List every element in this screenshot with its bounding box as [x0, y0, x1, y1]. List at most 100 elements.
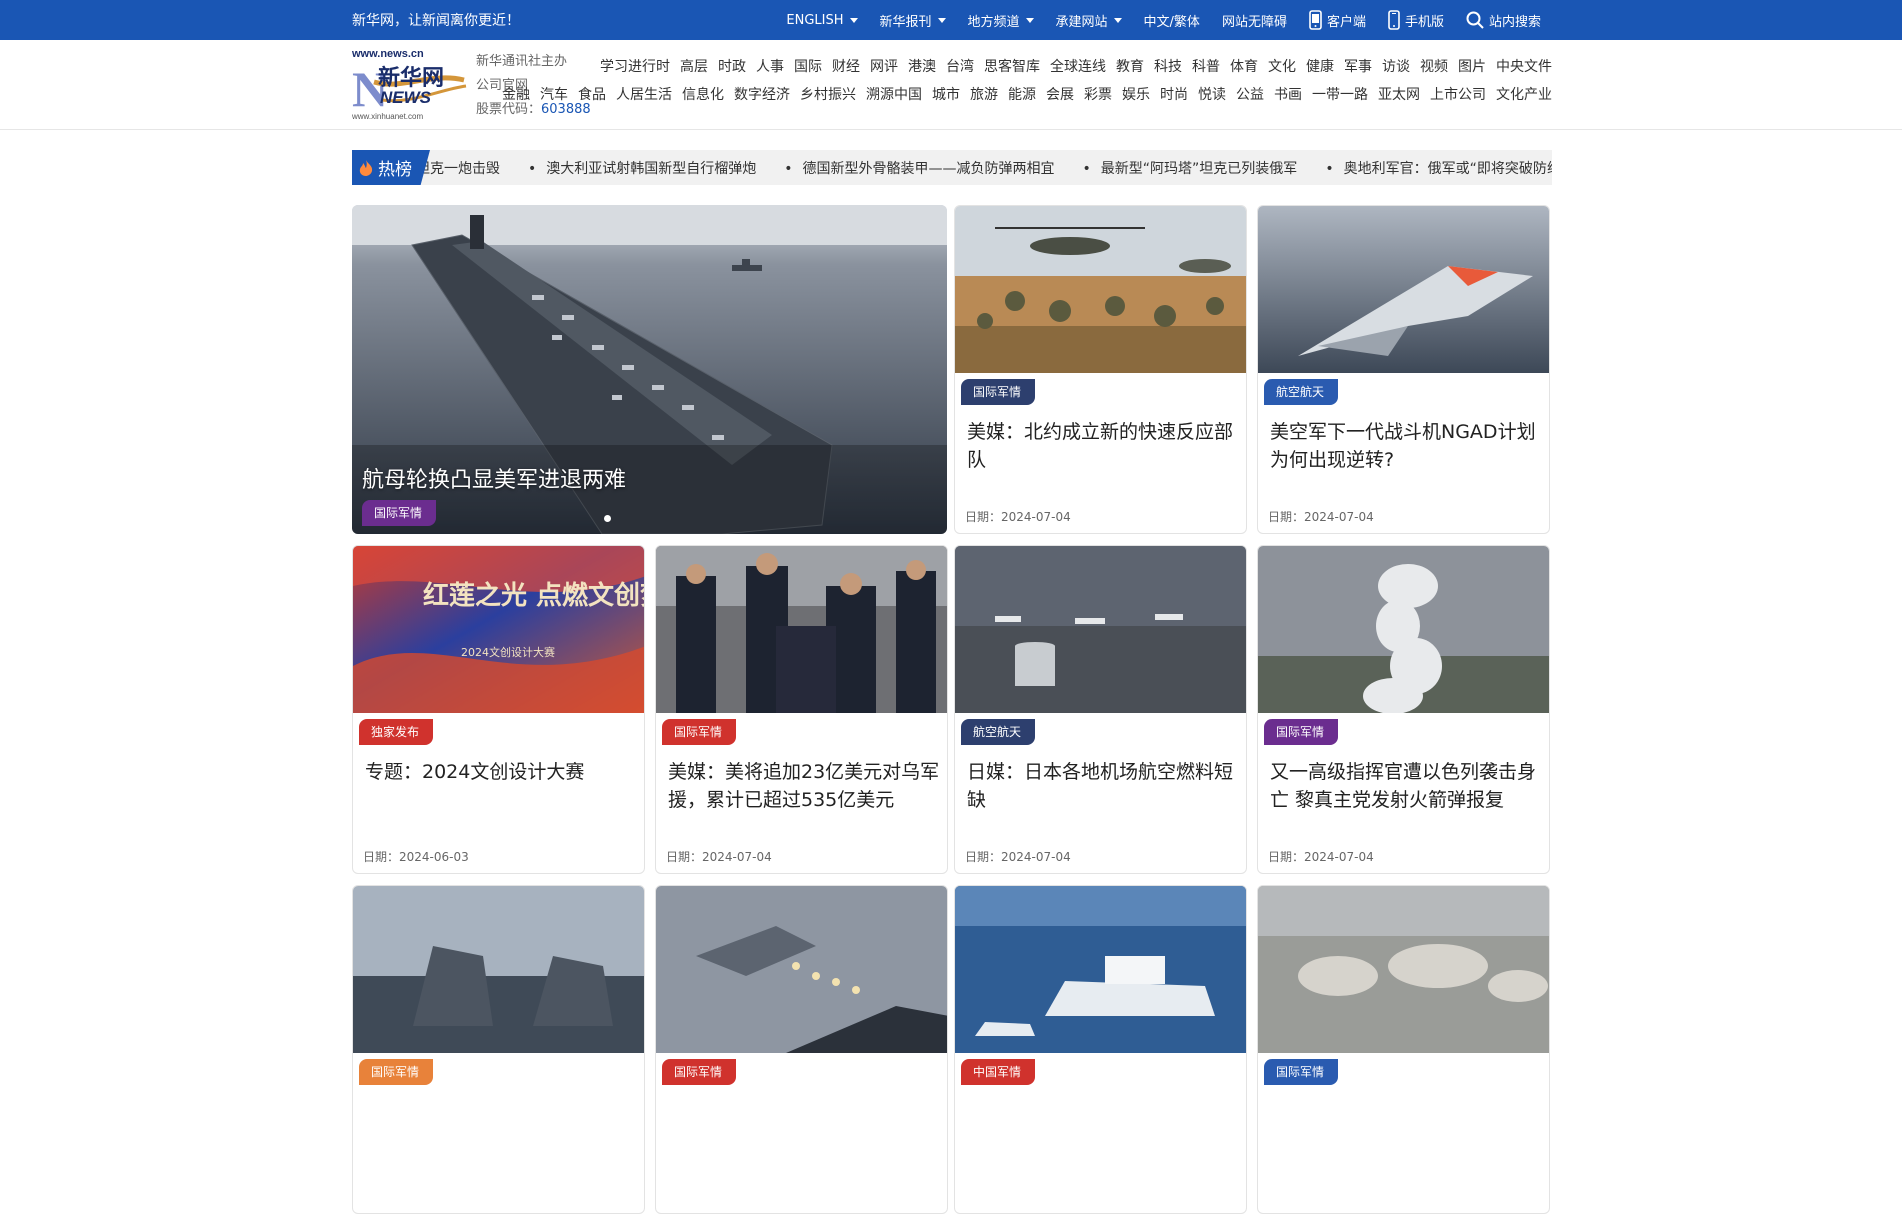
xinhua-logo[interactable]: www.news.cn N 新华网 NEWS www.xinhuanet.com — [352, 48, 470, 124]
main-nav-item[interactable]: 食品 — [578, 84, 606, 104]
news-card[interactable]: 红莲之光 点燃文创梦想 2024文创设计大赛 独家发布 专题：2024文创设计大… — [352, 545, 645, 874]
card-category-tag[interactable]: 国际军情 — [662, 719, 737, 745]
main-nav-item[interactable]: 上市公司 — [1430, 84, 1486, 104]
nav-traditional-chinese[interactable]: 中文/繁体 — [1133, 0, 1211, 40]
main-nav-item[interactable]: 书画 — [1274, 84, 1302, 104]
main-nav-item[interactable]: 时尚 — [1160, 84, 1188, 104]
news-card[interactable]: 国际军情 — [1257, 885, 1550, 1214]
main-nav-item[interactable]: 时政 — [718, 56, 746, 76]
main-nav-item[interactable]: 访谈 — [1382, 56, 1410, 76]
main-nav-item[interactable]: 财经 — [832, 56, 860, 76]
card-title[interactable]: 美媒：北约成立新的快速反应部队 — [967, 418, 1239, 474]
main-nav-item[interactable]: 一带一路 — [1312, 84, 1368, 104]
main-nav-item[interactable]: 高层 — [680, 56, 708, 76]
hot-list-item[interactable]: 德国新型外骨骼装甲——减负防弹两相宜 — [784, 158, 1055, 178]
top-nav: ENGLISH 新华报刊 地方频道 承建网站 中文/繁体 网站无障碍 客户端 手… — [775, 0, 1552, 40]
main-nav-item[interactable]: 亚太网 — [1378, 84, 1420, 104]
card-category-tag[interactable]: 国际军情 — [359, 1059, 434, 1085]
main-nav-item[interactable]: 信息化 — [682, 84, 724, 104]
company-line1: 新华通讯社主办 — [476, 54, 568, 69]
card-category-tag[interactable]: 国际军情 — [662, 1059, 737, 1085]
main-nav-item[interactable]: 体育 — [1230, 56, 1258, 76]
carousel-dot[interactable] — [604, 515, 611, 522]
card-category-tag[interactable]: 航空航天 — [961, 719, 1036, 745]
main-nav-item[interactable]: 能源 — [1008, 84, 1036, 104]
soldiers-helicopter-photo — [955, 206, 1246, 373]
main-nav-item[interactable]: 军事 — [1344, 56, 1372, 76]
nav-accessibility[interactable]: 网站无障碍 — [1211, 0, 1298, 40]
news-card[interactable]: 国际军情 又一高级指挥官遭以色列袭击身亡 黎真主党发射火箭弹报复 日期：2024… — [1257, 545, 1550, 874]
main-nav-item[interactable]: 台湾 — [946, 56, 974, 76]
mobile-label: 手机版 — [1404, 14, 1444, 30]
main-nav-item[interactable]: 科普 — [1192, 56, 1220, 76]
main-nav-item[interactable]: 全球连线 — [1050, 56, 1106, 76]
main-nav-item[interactable]: 金融 — [502, 84, 530, 104]
main-nav-item[interactable]: 溯源中国 — [866, 84, 922, 104]
main-nav-item[interactable]: 网评 — [870, 56, 898, 76]
main-nav-item[interactable]: 港澳 — [908, 56, 936, 76]
news-card[interactable]: 国际军情 美媒：北约成立新的快速反应部队 日期：2024-07-04 — [954, 205, 1247, 534]
main-nav-item[interactable]: 文化产业 — [1496, 84, 1552, 104]
nav-client-app[interactable]: 客户端 — [1298, 0, 1377, 40]
company-line2[interactable]: 公司官网 — [476, 74, 591, 98]
main-nav-item[interactable]: 学习进行时 — [600, 56, 670, 76]
main-nav-item[interactable]: 旅游 — [970, 84, 998, 104]
hot-list-item[interactable]: 奥地利军官：俄军或“即将突破防线” — [1325, 158, 1552, 178]
card-category-tag[interactable]: 国际军情 — [961, 379, 1036, 405]
card-title[interactable]: 美空军下一代战斗机NGAD计划为何出现逆转? — [1270, 418, 1542, 474]
main-nav-item[interactable]: 悦读 — [1198, 84, 1226, 104]
main-nav-item[interactable]: 国际 — [794, 56, 822, 76]
main-nav-item[interactable]: 中央文件 — [1496, 56, 1552, 76]
card-category-tag[interactable]: 中国军情 — [961, 1059, 1036, 1085]
nav-hosted-sites[interactable]: 承建网站 — [1045, 0, 1133, 40]
main-nav-item[interactable]: 健康 — [1306, 56, 1334, 76]
main-nav-item[interactable]: 教育 — [1116, 56, 1144, 76]
nav-local-channels[interactable]: 地方频道 — [957, 0, 1045, 40]
main-nav-item[interactable]: 乡村振兴 — [800, 84, 856, 104]
main-nav-item[interactable]: 公益 — [1236, 84, 1264, 104]
card-category-tag[interactable]: 国际军情 — [1264, 719, 1339, 745]
main-nav-item[interactable]: 彩票 — [1084, 84, 1112, 104]
hero-title[interactable]: 航母轮换凸显美军进退两难 — [362, 462, 626, 494]
main-nav-item[interactable]: 会展 — [1046, 84, 1074, 104]
main-nav-item[interactable]: 思客智库 — [984, 56, 1040, 76]
hot-list-bar: 热榜 坦克一炮击毁 澳大利亚试射韩国新型自行榴弹炮 德国新型外骨骼装甲——减负防弹两… — [352, 150, 1552, 185]
card-category-tag[interactable]: 独家发布 — [359, 719, 434, 745]
main-nav-item[interactable]: 科技 — [1154, 56, 1182, 76]
main-nav-item[interactable]: 图片 — [1458, 56, 1486, 76]
stock-number[interactable]: 603888 — [541, 102, 591, 117]
main-nav-item[interactable]: 人居生活 — [616, 84, 672, 104]
hot-list-item[interactable]: 坦克一炮击毁 — [416, 158, 500, 178]
chevron-down-icon — [1025, 17, 1034, 23]
tablet-icon — [1309, 10, 1322, 30]
card-title[interactable]: 专题：2024文创设计大赛 — [365, 758, 637, 786]
hero-category-tag[interactable]: 国际军情 — [362, 500, 437, 526]
main-nav-item[interactable]: 人事 — [756, 56, 784, 76]
main-nav-item[interactable]: 汽车 — [540, 84, 568, 104]
nav-english[interactable]: ENGLISH — [775, 0, 868, 40]
logo-domain: www.news.cn — [352, 48, 424, 60]
site-search-button[interactable]: 站内搜索 — [1455, 0, 1552, 40]
hero-feature-card[interactable]: 航母轮换凸显美军进退两难 国际军情 — [352, 205, 947, 534]
news-card[interactable]: 国际军情 美媒：美将追加23亿美元对乌军援，累计已超过535亿美元 日期：202… — [655, 545, 948, 874]
main-nav-item[interactable]: 娱乐 — [1122, 84, 1150, 104]
card-title[interactable]: 又一高级指挥官遭以色列袭击身亡 黎真主党发射火箭弹报复 — [1270, 758, 1542, 814]
main-nav-item[interactable]: 城市 — [932, 84, 960, 104]
hot-list-item[interactable]: 澳大利亚试射韩国新型自行榴弹炮 — [528, 158, 756, 178]
card-category-tag[interactable]: 国际军情 — [1264, 1059, 1339, 1085]
hot-list-item[interactable]: 最新型“阿玛塔”坦克已列装俄军 — [1083, 158, 1298, 178]
main-nav-item[interactable]: 数字经济 — [734, 84, 790, 104]
news-card[interactable]: 航空航天 美空军下一代战斗机NGAD计划为何出现逆转? 日期：2024-07-0… — [1257, 205, 1550, 534]
news-card[interactable]: 国际军情 — [352, 885, 645, 1214]
news-card[interactable]: 国际军情 — [655, 885, 948, 1214]
card-title[interactable]: 美媒：美将追加23亿美元对乌军援，累计已超过535亿美元 — [668, 758, 940, 814]
main-nav-item[interactable]: 视频 — [1420, 56, 1448, 76]
card-title[interactable]: 日媒：日本各地机场航空燃料短缺 — [967, 758, 1239, 814]
news-card[interactable]: 航空航天 日媒：日本各地机场航空燃料短缺 日期：2024-07-04 — [954, 545, 1247, 874]
main-nav-item[interactable]: 文化 — [1268, 56, 1296, 76]
nav-newspapers[interactable]: 新华报刊 — [869, 0, 957, 40]
warship-fleet-photo — [353, 886, 644, 1053]
card-category-tag[interactable]: 航空航天 — [1264, 379, 1339, 405]
nav-mobile[interactable]: 手机版 — [1377, 0, 1455, 40]
news-card[interactable]: 中国军情 — [954, 885, 1247, 1214]
